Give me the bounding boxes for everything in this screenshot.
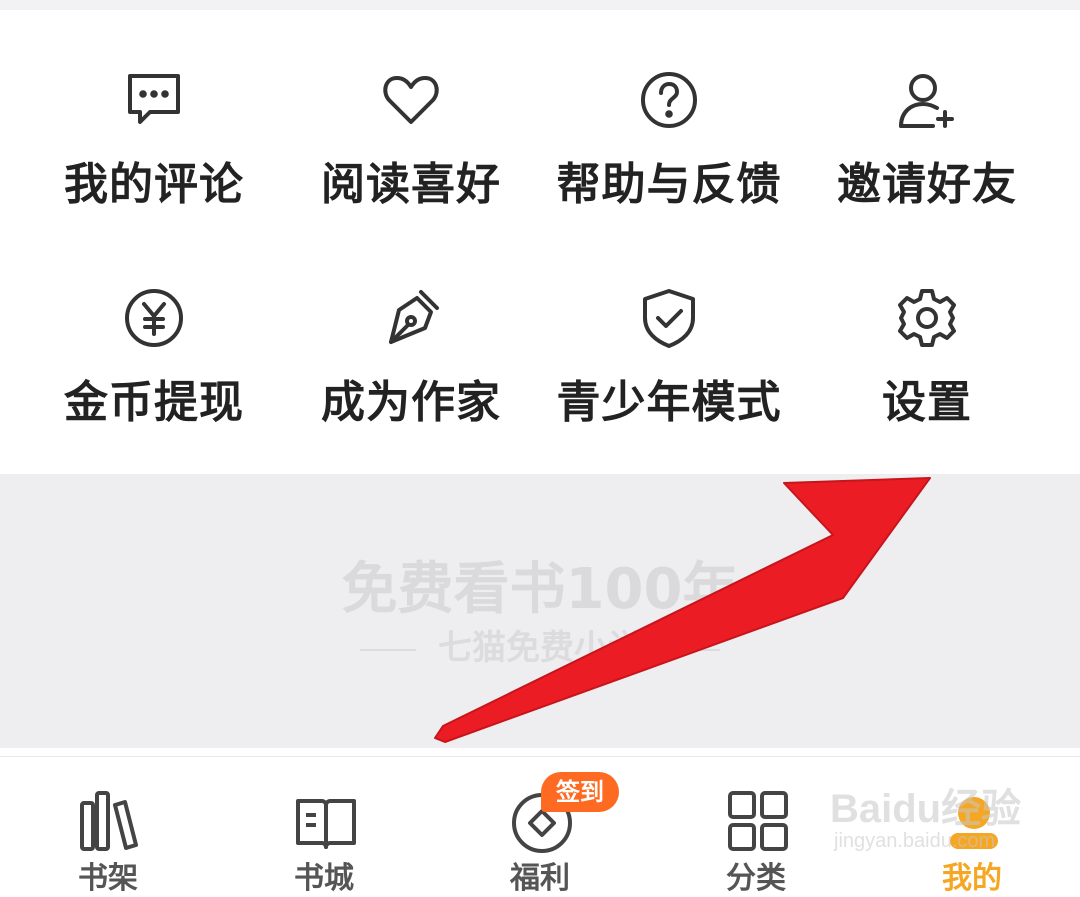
menu-item-label: 金币提现 <box>64 377 244 428</box>
menu-item-label: 青少年模式 <box>556 377 782 428</box>
watermark-url: jingyan.baidu.com <box>834 830 996 852</box>
menu-item-settings[interactable]: 设置 <box>798 288 1056 488</box>
tab-label: 书城 <box>294 861 354 896</box>
tab-label: 福利 <box>510 861 570 896</box>
menu-item-reading-preferences[interactable]: 阅读喜好 <box>282 70 540 270</box>
add-user-icon <box>897 70 957 130</box>
tab-welfare[interactable]: 福利 <box>432 757 648 896</box>
menu-item-label: 帮助与反馈 <box>556 159 782 210</box>
menu-item-label: 设置 <box>882 377 972 428</box>
promo-banner[interactable]: 免费看书100年 七猫免费小说 <box>0 474 1080 748</box>
menu-item-become-writer[interactable]: 成为作家 <box>282 288 540 488</box>
menu-item-help-feedback[interactable]: 帮助与反馈 <box>540 70 798 270</box>
menu-item-my-comments[interactable]: 我的评论 <box>25 70 283 270</box>
menu-grid: 我的评论 阅读喜好 帮助与反馈 邀请好友 金币提现 成为作家 青少年模式 设置 <box>0 10 1080 473</box>
watermark-logo-text: Baidu经验 <box>830 787 1022 831</box>
divider <box>664 648 720 651</box>
menu-item-label: 我的评论 <box>64 159 244 210</box>
book-icon <box>294 789 358 853</box>
help-icon <box>639 70 699 130</box>
menu-item-label: 阅读喜好 <box>321 159 501 210</box>
banner-title: 免费看书100年 <box>341 557 739 622</box>
menu-item-label: 邀请好友 <box>837 159 1017 210</box>
banner-subtitle: 七猫免费小说 <box>438 628 642 668</box>
menu-item-label: 成为作家 <box>321 377 501 428</box>
shield-check-icon <box>639 288 699 348</box>
tab-bookstore[interactable]: 书城 <box>216 757 432 896</box>
tab-label: 书架 <box>78 861 138 896</box>
banner-subtitle-row: 七猫免费小说 <box>0 620 1080 669</box>
gear-icon <box>897 288 957 348</box>
pen-icon <box>381 288 441 348</box>
tab-bookshelf[interactable]: 书架 <box>0 757 216 896</box>
heart-icon <box>381 70 441 130</box>
menu-item-invite-friends[interactable]: 邀请好友 <box>798 70 1056 270</box>
yen-icon <box>124 288 184 348</box>
comment-icon <box>124 70 184 130</box>
menu-item-youth-mode[interactable]: 青少年模式 <box>540 288 798 488</box>
bookshelf-icon <box>78 789 142 853</box>
sign-in-badge[interactable]: 签到 <box>541 772 619 812</box>
baidu-watermark: Baidu经验 jingyan.baidu.com <box>824 770 1044 865</box>
grid-icon <box>726 789 790 853</box>
top-divider <box>0 0 1080 10</box>
divider <box>360 648 416 651</box>
menu-item-coin-withdraw[interactable]: 金币提现 <box>25 288 283 488</box>
